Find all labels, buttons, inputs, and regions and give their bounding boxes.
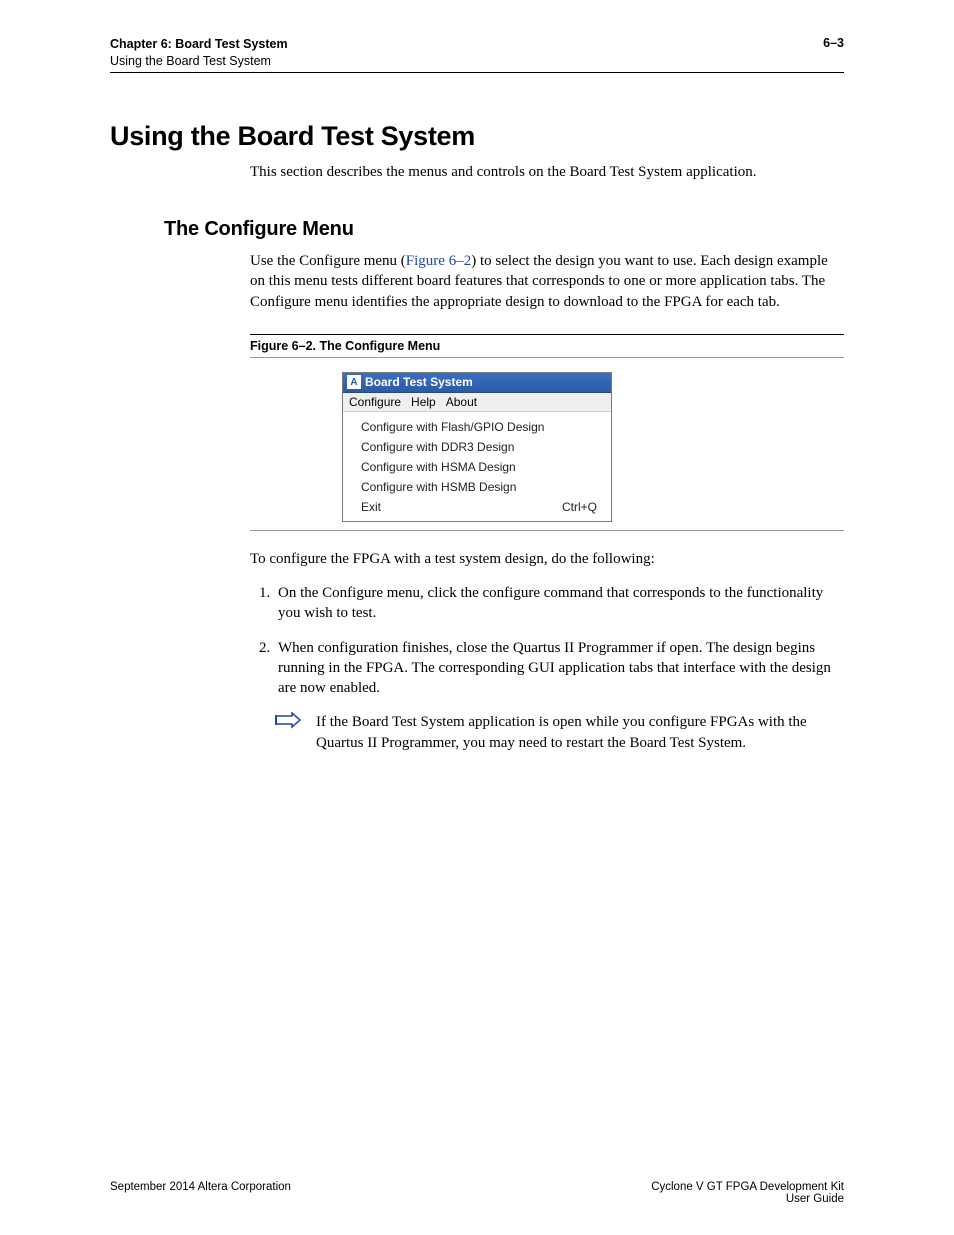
steps-intro-paragraph: To configure the FPGA with a test system… — [250, 549, 844, 569]
configure-menu-dialog: A Board Test System Configure Help About… — [342, 372, 612, 522]
figure-bottom-rule — [250, 530, 844, 531]
page-header: Chapter 6: Board Test System Using the B… — [110, 36, 844, 73]
menubar-help[interactable]: Help — [411, 395, 436, 409]
menu-item-ddr3[interactable]: Configure with DDR3 Design — [343, 437, 611, 457]
menu-item-hsmb[interactable]: Configure with HSMB Design — [343, 477, 611, 497]
menu-item-label: Configure with Flash/GPIO Design — [361, 420, 544, 434]
menu-item-flash-gpio[interactable]: Configure with Flash/GPIO Design — [343, 417, 611, 437]
header-chapter: Chapter 6: Board Test System — [110, 36, 288, 53]
step-1: On the Configure menu, click the configu… — [274, 583, 844, 624]
menu-item-shortcut: Ctrl+Q — [562, 500, 597, 514]
menu-item-label: Configure with DDR3 Design — [361, 440, 514, 454]
menu-item-hsma[interactable]: Configure with HSMA Design — [343, 457, 611, 477]
footer-right-line2: User Guide — [651, 1193, 844, 1205]
dialog-menubar: Configure Help About — [343, 393, 611, 412]
figure-xref[interactable]: Figure 6–2 — [406, 253, 471, 269]
p1-part-a: Use the Configure menu ( — [250, 253, 406, 269]
note-text: If the Board Test System application is … — [316, 712, 844, 753]
footer-left: September 2014 Altera Corporation — [110, 1181, 291, 1205]
page-footer: September 2014 Altera Corporation Cyclon… — [110, 1181, 844, 1205]
heading-configure-menu: The Configure Menu — [164, 218, 844, 241]
menu-item-label: Exit — [361, 500, 381, 514]
figure-wrap: A Board Test System Configure Help About… — [110, 372, 844, 522]
altera-logo-icon: A — [347, 375, 361, 389]
menubar-configure[interactable]: Configure — [349, 395, 401, 409]
header-left: Chapter 6: Board Test System Using the B… — [110, 36, 288, 70]
dialog-dropdown-menu: Configure with Flash/GPIO Design Configu… — [343, 412, 611, 521]
pointing-hand-icon — [274, 712, 302, 753]
heading-main: Using the Board Test System — [110, 121, 844, 152]
intro-paragraph: This section describes the menus and con… — [250, 162, 844, 182]
header-section: Using the Board Test System — [110, 53, 288, 70]
menubar-about[interactable]: About — [446, 395, 477, 409]
menu-item-label: Configure with HSMA Design — [361, 460, 516, 474]
steps-list: On the Configure menu, click the configu… — [250, 583, 844, 698]
footer-right-line1: Cyclone V GT FPGA Development Kit — [651, 1181, 844, 1193]
configure-menu-paragraph: Use the Configure menu (Figure 6–2) to s… — [250, 251, 844, 312]
dialog-titlebar: A Board Test System — [343, 373, 611, 393]
figure-caption: Figure 6–2. The Configure Menu — [250, 334, 844, 358]
dialog-title-text: Board Test System — [365, 375, 473, 389]
step-2: When configuration finishes, close the Q… — [274, 638, 844, 699]
note-block: If the Board Test System application is … — [274, 712, 844, 753]
footer-right: Cyclone V GT FPGA Development Kit User G… — [651, 1181, 844, 1205]
menu-item-exit[interactable]: Exit Ctrl+Q — [343, 497, 611, 517]
menu-item-label: Configure with HSMB Design — [361, 480, 516, 494]
header-page-number: 6–3 — [823, 36, 844, 50]
